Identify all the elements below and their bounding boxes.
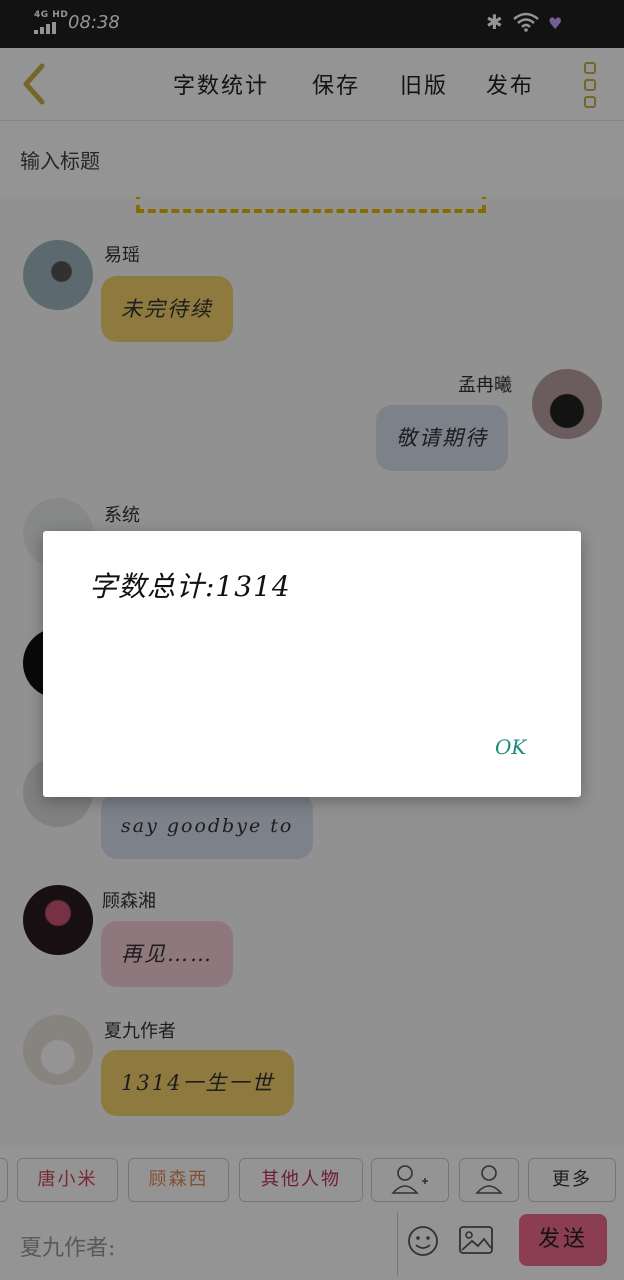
word-count-dialog: 字数总计:1314 OK xyxy=(43,531,581,797)
dialog-message: 字数总计:1314 xyxy=(89,570,291,603)
ok-button[interactable]: OK xyxy=(489,731,532,763)
